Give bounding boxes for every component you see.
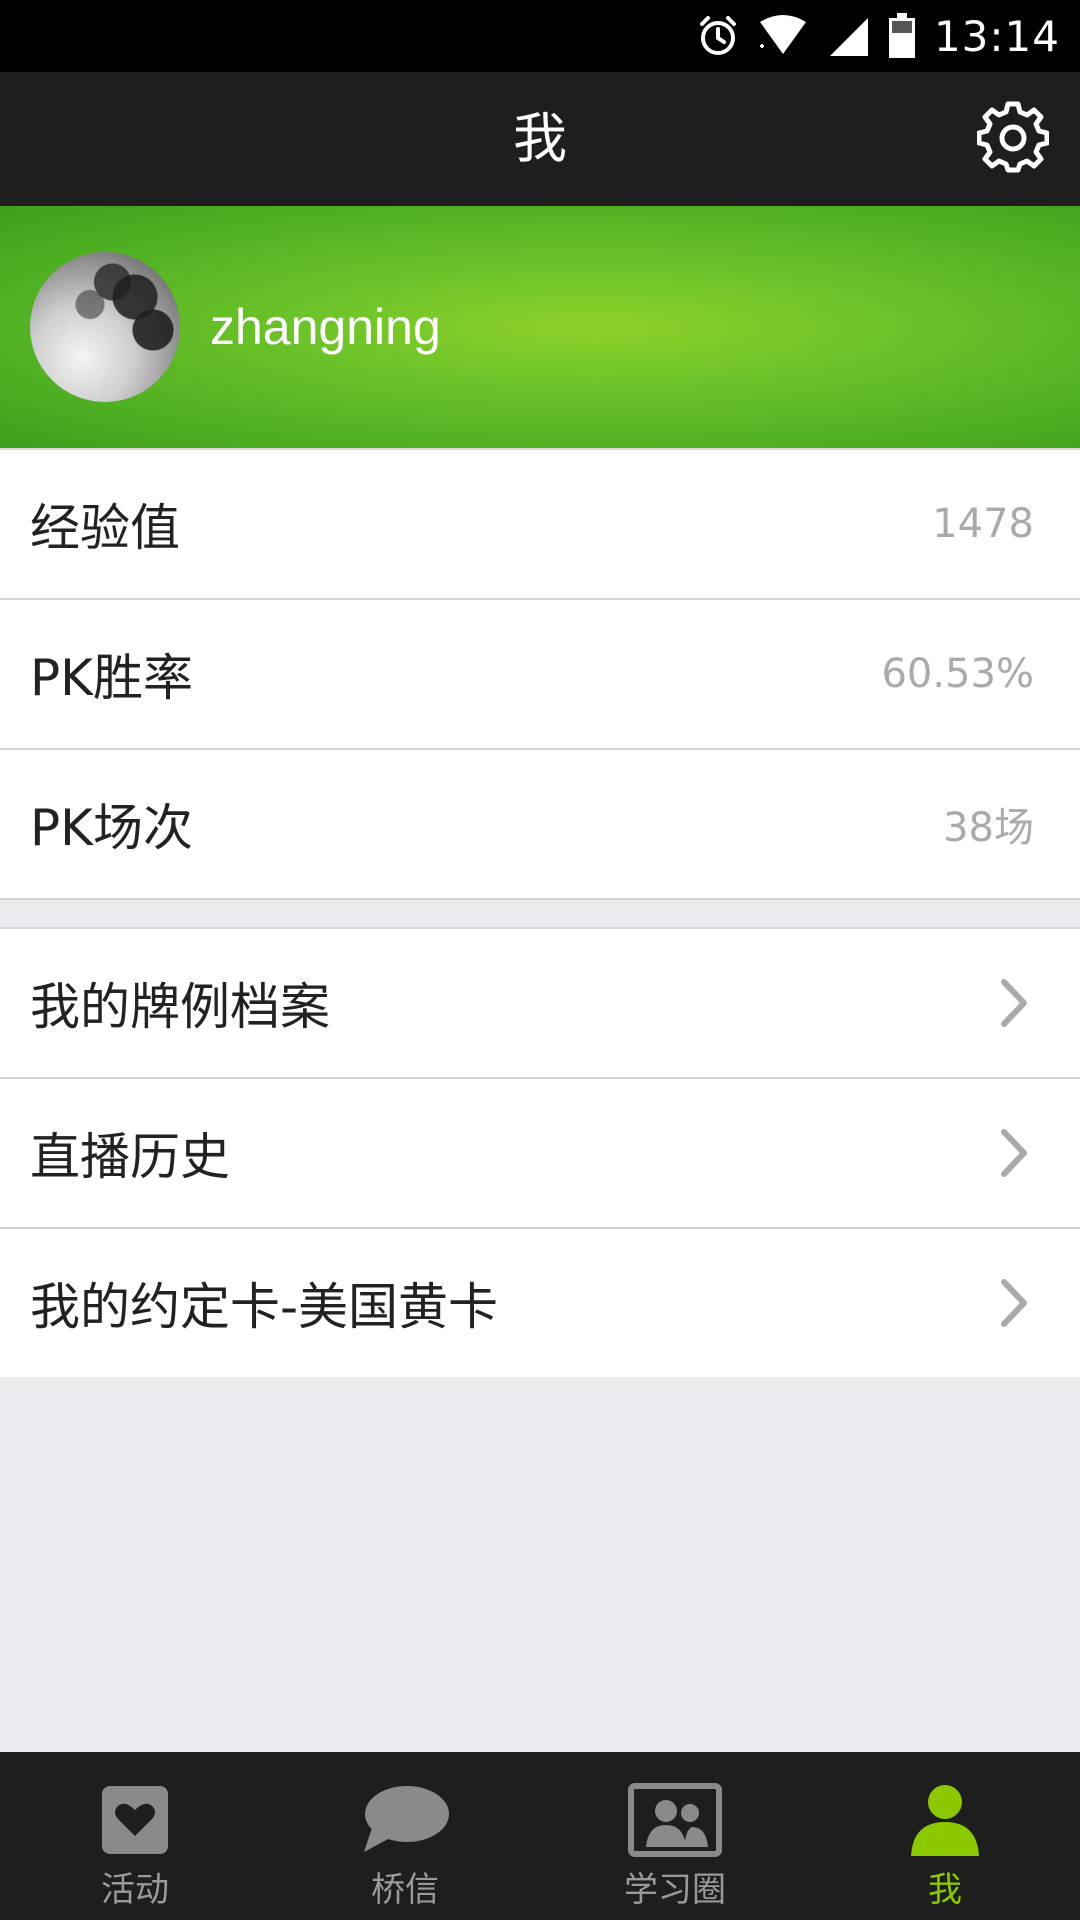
wifi-icon — [758, 14, 808, 58]
avatar[interactable] — [30, 252, 180, 402]
stat-row-pk-win-rate: PK胜率 60.53% — [0, 600, 1080, 750]
stat-row-pk-matches: PK场次 38场 — [0, 750, 1080, 900]
menu-item-live-history[interactable]: 直播历史 — [0, 1079, 1080, 1229]
username: zhangning — [210, 299, 441, 355]
menu-item-label: 我的约定卡-美国黄卡 — [30, 1278, 499, 1336]
stat-label: PK胜率 — [30, 649, 193, 707]
chat-bubble-icon — [360, 1780, 450, 1860]
avatar-image — [30, 252, 180, 402]
group-photo-icon — [628, 1780, 722, 1860]
tab-activities[interactable]: 活动 — [0, 1752, 270, 1920]
tab-study-circle[interactable]: 学习圈 — [540, 1752, 810, 1920]
stat-value: 38场 — [943, 805, 1034, 851]
tab-label: 活动 — [101, 1870, 169, 1910]
stat-label: PK场次 — [30, 799, 193, 857]
stat-value: 1478 — [932, 501, 1034, 547]
status-bar: 13:14 — [0, 0, 1080, 72]
bottom-tab-bar: 活动 桥信 学习圈 我 — [0, 1752, 1080, 1920]
chevron-right-icon — [994, 1275, 1034, 1331]
gear-icon — [976, 101, 1050, 177]
stat-value: 60.53% — [881, 651, 1034, 697]
chevron-right-icon — [994, 975, 1034, 1031]
menu-list: 我的牌例档案 直播历史 我的约定卡-美国黄卡 — [0, 927, 1080, 1377]
tab-messages[interactable]: 桥信 — [270, 1752, 540, 1920]
status-time: 13:14 — [933, 11, 1060, 61]
page-title: 我 — [513, 107, 567, 170]
menu-item-hand-records[interactable]: 我的牌例档案 — [0, 929, 1080, 1079]
battery-icon — [888, 13, 916, 59]
tab-label: 桥信 — [371, 1870, 439, 1910]
menu-item-convention-card[interactable]: 我的约定卡-美国黄卡 — [0, 1229, 1080, 1377]
profile-banner[interactable]: zhangning — [0, 206, 1080, 448]
tab-me[interactable]: 我 — [810, 1752, 1080, 1920]
signal-icon — [826, 14, 870, 58]
heart-card-icon — [100, 1780, 170, 1860]
alarm-icon — [696, 14, 740, 58]
settings-button[interactable] — [976, 101, 1050, 177]
tab-label: 学习圈 — [624, 1870, 726, 1910]
stats-list: 经验值 1478 PK胜率 60.53% PK场次 38场 — [0, 448, 1080, 900]
status-icons: 13:14 — [696, 0, 1060, 72]
menu-item-label: 直播历史 — [30, 1128, 230, 1186]
person-icon — [907, 1780, 983, 1860]
header-bar: 我 — [0, 72, 1080, 206]
stat-row-experience: 经验值 1478 — [0, 450, 1080, 600]
chevron-right-icon — [994, 1125, 1034, 1181]
tab-label: 我 — [928, 1870, 962, 1910]
stat-label: 经验值 — [30, 499, 180, 557]
menu-item-label: 我的牌例档案 — [30, 978, 330, 1036]
